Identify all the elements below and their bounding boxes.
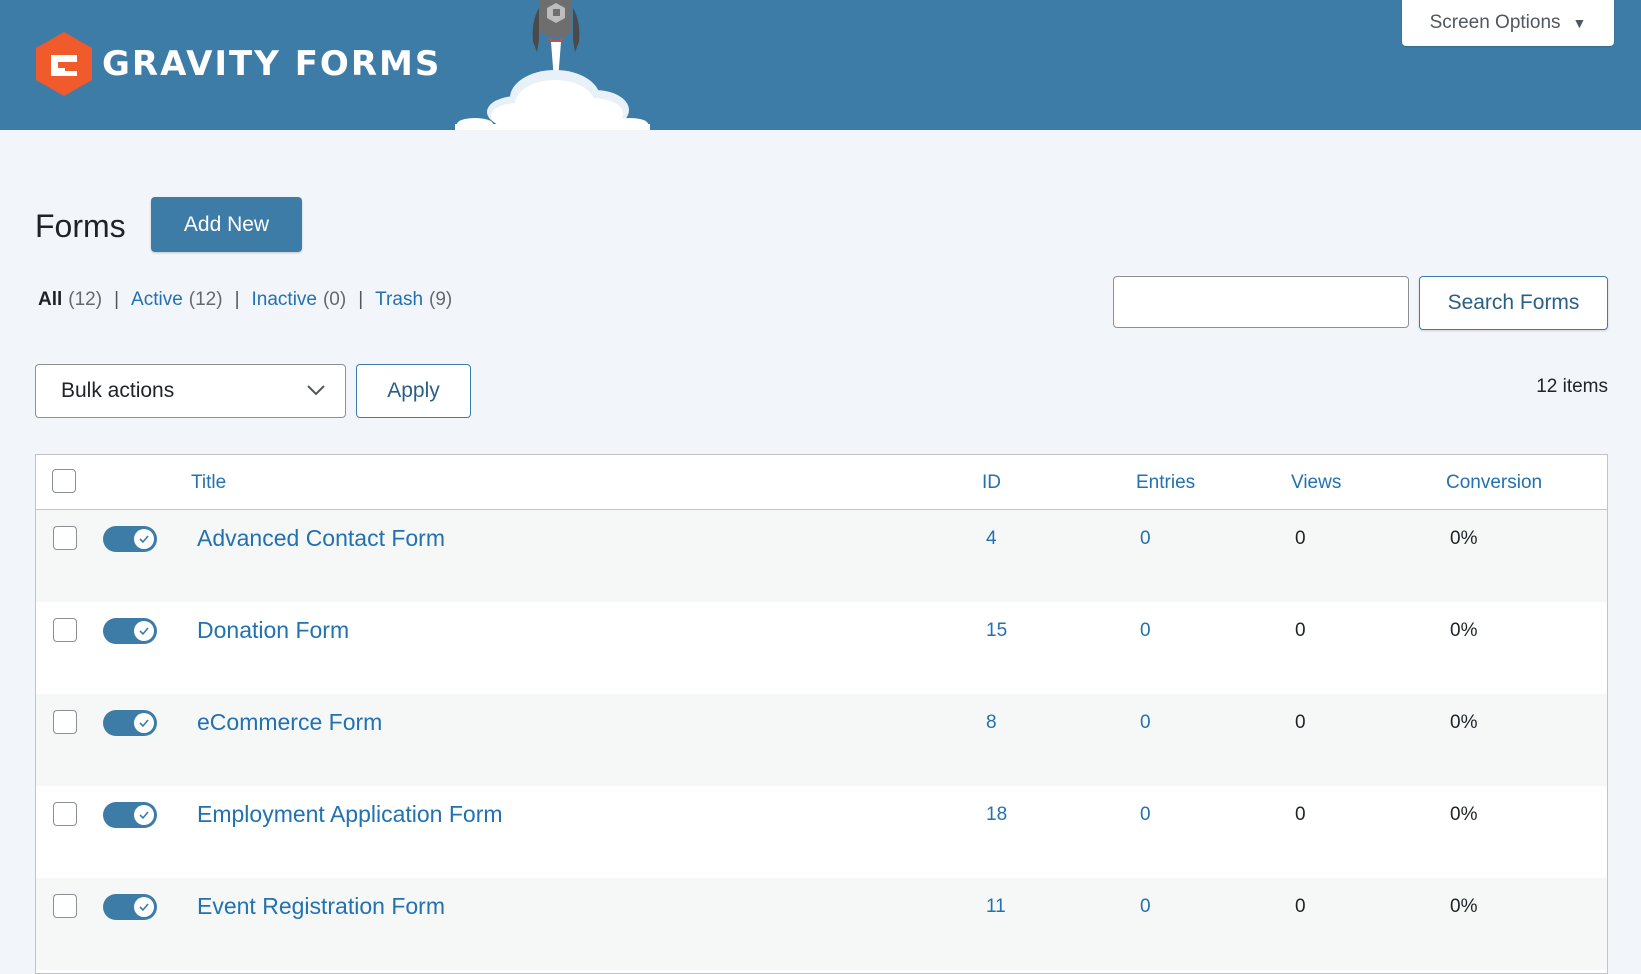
logo-wordmark: GRAVITY FORMS (102, 44, 442, 84)
filter-separator: | (234, 289, 240, 310)
form-views: 0 (1295, 896, 1306, 917)
filter-active[interactable]: Active (131, 289, 183, 311)
filter-separator: | (114, 289, 120, 310)
form-conversion: 0% (1450, 804, 1478, 825)
forms-table: Title ID Entries Views Conversion Advanc… (35, 454, 1608, 974)
filter-all-count: (12) (68, 289, 103, 310)
form-views: 0 (1295, 620, 1306, 641)
table-row: Event Registration Form 11 0 0 0% (36, 878, 1607, 970)
form-entries-link[interactable]: 0 (1140, 620, 1151, 642)
check-icon (134, 529, 154, 549)
app-header: GRAVITY FORMS Screen Options ▼ (0, 0, 1641, 130)
filter-separator: | (358, 289, 364, 310)
add-new-button[interactable]: Add New (151, 197, 302, 252)
filter-all[interactable]: All (38, 289, 62, 311)
table-row: Donation Form 15 0 0 0% (36, 602, 1607, 694)
apply-button[interactable]: Apply (356, 364, 471, 418)
table-row: eCommerce Form 8 0 0 0% (36, 694, 1607, 786)
table-row: Advanced Contact Form 4 0 0 0% (36, 510, 1607, 602)
active-toggle[interactable] (103, 802, 157, 828)
filter-inactive[interactable]: Inactive (252, 289, 317, 311)
form-id-link[interactable]: 4 (986, 528, 997, 550)
screen-options-toggle[interactable]: Screen Options ▼ (1402, 0, 1614, 46)
form-conversion: 0% (1450, 712, 1478, 733)
filter-inactive-count: (0) (322, 289, 347, 310)
active-toggle[interactable] (103, 710, 157, 736)
form-entries-link[interactable]: 0 (1140, 528, 1151, 550)
filter-trash-count: (9) (429, 289, 453, 310)
search-forms-input[interactable] (1113, 276, 1409, 328)
form-title-link[interactable]: Employment Application Form (197, 801, 503, 828)
status-filter-links: All (12) | Active (12) | Inactive (0) | … (38, 289, 452, 311)
row-checkbox[interactable] (53, 802, 77, 826)
form-title-link[interactable]: Advanced Contact Form (197, 525, 445, 552)
form-entries-link[interactable]: 0 (1140, 712, 1151, 734)
filter-active-count: (12) (188, 289, 223, 310)
form-title-link[interactable]: Event Registration Form (197, 893, 445, 920)
check-icon (134, 897, 154, 917)
row-checkbox[interactable] (53, 894, 77, 918)
column-conversion-header[interactable]: Conversion (1446, 472, 1542, 494)
form-id-link[interactable]: 15 (986, 620, 1007, 642)
check-icon (134, 805, 154, 825)
check-icon (134, 621, 154, 641)
form-title-link[interactable]: eCommerce Form (197, 709, 382, 736)
form-id-link[interactable]: 8 (986, 712, 997, 734)
table-header-row: Title ID Entries Views Conversion (36, 455, 1607, 510)
gravity-forms-logo-icon (36, 32, 92, 96)
column-views-header[interactable]: Views (1291, 472, 1341, 494)
column-title-header[interactable]: Title (191, 472, 226, 494)
search-forms-button[interactable]: Search Forms (1419, 276, 1608, 330)
form-entries-link[interactable]: 0 (1140, 804, 1151, 826)
form-conversion: 0% (1450, 528, 1478, 549)
items-count: 12 items (1536, 376, 1608, 397)
column-id-header[interactable]: ID (982, 472, 1001, 494)
form-views: 0 (1295, 712, 1306, 733)
filter-trash[interactable]: Trash (375, 289, 423, 311)
form-conversion: 0% (1450, 620, 1478, 641)
active-toggle[interactable] (103, 894, 157, 920)
table-row: Employment Application Form 18 0 0 0% (36, 786, 1607, 878)
active-toggle[interactable] (103, 618, 157, 644)
form-views: 0 (1295, 528, 1306, 549)
check-icon (134, 713, 154, 733)
row-checkbox[interactable] (53, 710, 77, 734)
active-toggle[interactable] (103, 526, 157, 552)
row-checkbox[interactable] (53, 618, 77, 642)
form-id-link[interactable]: 11 (986, 896, 1006, 918)
form-title-link[interactable]: Donation Form (197, 617, 349, 644)
chevron-down-icon (307, 385, 325, 396)
page-title: Forms (35, 208, 126, 244)
bulk-actions-select[interactable]: Bulk actions (35, 364, 346, 418)
form-id-link[interactable]: 18 (986, 804, 1007, 826)
column-entries-header[interactable]: Entries (1136, 472, 1195, 494)
form-conversion: 0% (1450, 896, 1478, 917)
form-views: 0 (1295, 804, 1306, 825)
gravity-forms-logo[interactable]: GRAVITY FORMS (34, 31, 441, 97)
rocket-illustration (455, 0, 650, 130)
row-checkbox[interactable] (53, 526, 77, 550)
select-all-checkbox[interactable] (52, 469, 76, 493)
screen-options-label: Screen Options (1429, 12, 1561, 33)
caret-down-icon: ▼ (1572, 15, 1587, 31)
form-entries-link[interactable]: 0 (1140, 896, 1151, 918)
bulk-actions-value: Bulk actions (61, 379, 175, 402)
